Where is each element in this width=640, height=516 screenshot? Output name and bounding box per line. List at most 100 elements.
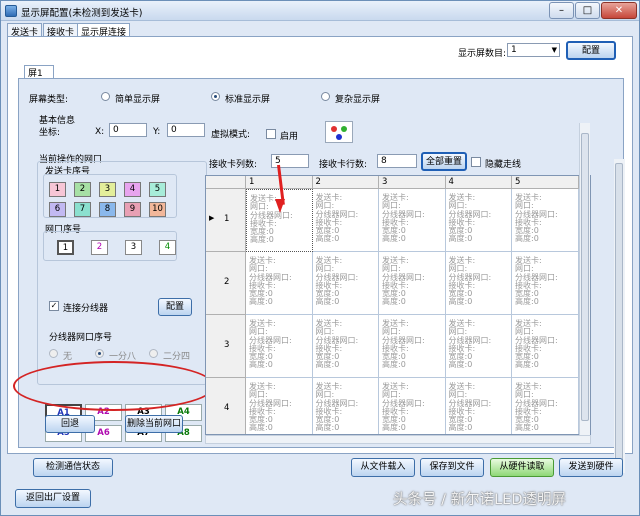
app-icon: [5, 5, 17, 17]
complex-screen-label: 复杂显示屏: [335, 95, 381, 105]
splitter-none-label: 无: [63, 352, 73, 362]
grid-column-header: 5: [512, 176, 579, 189]
splitter-config-button[interactable]: 配置: [158, 298, 192, 316]
receiver-cell[interactable]: 发送卡: 网口: 分线器网口: 接收卡: 宽度:0 高度:0: [379, 189, 446, 252]
receiver-cell[interactable]: 发送卡: 网口: 分线器网口: 接收卡: 宽度:0 高度:0: [512, 252, 579, 315]
radio-standard-screen[interactable]: [211, 92, 220, 101]
receiver-cell[interactable]: 发送卡: 网口: 分线器网口: 接收卡: 宽度:0 高度:0: [313, 378, 379, 434]
sender-card-2-button[interactable]: 2: [74, 182, 91, 197]
cell-info-line: 高度:0: [448, 423, 473, 433]
screen-count-select[interactable]: 1 ▼: [507, 43, 560, 57]
cols-label: 接收卡列数:: [209, 160, 258, 170]
detect-comm-button[interactable]: 检测通信状态: [33, 458, 113, 477]
maximize-button[interactable]: □: [575, 2, 600, 19]
port-1-button[interactable]: 1: [57, 240, 74, 255]
receiver-cell[interactable]: 发送卡: 网口: 分线器网口: 接收卡: 宽度:0 高度:0: [445, 252, 512, 315]
grid-horizontal-scrollbar[interactable]: [205, 435, 591, 444]
radio-complex-screen[interactable]: [321, 92, 330, 101]
standard-screen-label: 标准显示屏: [225, 95, 271, 105]
pane-scroll-thumb[interactable]: [615, 163, 623, 463]
sender-card-9-button[interactable]: 9: [124, 202, 141, 217]
delete-port-button[interactable]: 删除当前网口: [125, 415, 183, 433]
y-input[interactable]: 0: [167, 123, 205, 137]
cell-info-line: 高度:0: [315, 423, 340, 433]
sender-card-4-button[interactable]: 4: [124, 182, 141, 197]
receiver-cell[interactable]: 发送卡: 网口: 分线器网口: 接收卡: 宽度:0 高度:0: [379, 315, 446, 378]
receiver-grid: 1 2 3 4 5 ▶ 1 发送卡: 网口: 分线器网口: 接收卡: 宽度:0 高度:0 发送卡: 网口: 分…: [205, 175, 591, 435]
receiver-cell[interactable]: 发送卡: 网口: 分线器网口: 接收卡: 宽度:0 高度:0: [445, 315, 512, 378]
send-to-hardware-button[interactable]: 发送到硬件: [559, 458, 623, 477]
tab-sender-card[interactable]: 发送卡: [7, 23, 43, 38]
x-input[interactable]: 0: [109, 123, 147, 137]
sender-card-7-button[interactable]: 7: [74, 202, 91, 217]
receiver-cell[interactable]: 发送卡: 网口: 分线器网口: 接收卡: 宽度:0 高度:0: [312, 252, 379, 315]
receiver-cell[interactable]: 发送卡: 网口: 分线器网口: 接收卡: 宽度:0 高度:0: [246, 315, 313, 378]
connect-splitter-checkbox[interactable]: ✓: [49, 301, 59, 311]
grid-column-header: 4: [445, 176, 512, 189]
undo-button[interactable]: 回退: [45, 415, 95, 433]
receiver-cell[interactable]: 发送卡: 网口: 分线器网口: 接收卡: 宽度:0 高度:0: [512, 315, 579, 378]
blue-dot-icon: [336, 134, 342, 140]
factory-reset-button[interactable]: 返回出厂设置: [15, 489, 91, 508]
window-title: 显示屏配置(未检测到发送卡): [21, 8, 143, 19]
virtual-mode-checkbox[interactable]: [266, 129, 276, 139]
cell-info-line: 高度:0: [250, 235, 274, 245]
receiver-cell[interactable]: 发送卡: 网口: 分线器网口: 接收卡: 宽度:0 高度:0: [512, 189, 579, 252]
sender-card-5-button[interactable]: 5: [149, 182, 166, 197]
load-from-file-button[interactable]: 从文件载入: [351, 458, 415, 477]
grid-row-header[interactable]: 2: [206, 252, 246, 315]
hide-trace-checkbox[interactable]: [471, 157, 481, 167]
receiver-cell[interactable]: 发送卡: 网口: 分线器网口: 接收卡: 宽度:0 高度:0: [379, 252, 446, 315]
tab-screen-1[interactable]: 屏1: [24, 65, 54, 79]
grid-scrollbar[interactable]: [579, 123, 590, 437]
enable-label: 启用: [280, 132, 299, 142]
cell-info-line: 高度:0: [448, 234, 473, 244]
hide-trace-label: 隐藏走线: [485, 160, 522, 170]
y-label: Y:: [153, 127, 161, 137]
receiver-cell[interactable]: 发送卡: 网口: 分线器网口: 接收卡: 宽度:0 高度:0: [312, 189, 379, 252]
cell-info-line: 高度:0: [515, 423, 539, 433]
grid-row-header[interactable]: 3: [206, 315, 246, 378]
radio-splitter-2to4[interactable]: [149, 349, 158, 358]
radio-splitter-none[interactable]: [49, 349, 58, 358]
cell-info-line: 高度:0: [249, 297, 273, 307]
x-label: X:: [95, 127, 105, 137]
cell-info-line: 高度:0: [382, 297, 406, 307]
virtual-pixel-icon[interactable]: [325, 121, 353, 143]
grid-corner: [206, 176, 246, 189]
screen-config-button[interactable]: 配置: [566, 41, 616, 60]
pane-scrollbar[interactable]: [614, 159, 625, 473]
rows-input[interactable]: 8: [377, 154, 417, 168]
port-2-button[interactable]: 2: [91, 240, 108, 255]
receiver-cell[interactable]: 发送卡: 网口: 分线器网口: 接收卡: 宽度:0 高度:0: [445, 189, 512, 252]
splitter-highlight-annotation: [13, 361, 215, 411]
reset-all-button[interactable]: 全部重置: [421, 152, 467, 171]
receiver-cell[interactable]: 发送卡: 网口: 分线器网口: 接收卡: 宽度:0 高度:0: [312, 315, 379, 378]
close-button[interactable]: ✕: [601, 2, 637, 19]
receiver-cell[interactable]: 发送卡: 网口: 分线器网口: 接收卡: 宽度:0 高度:0: [512, 378, 579, 434]
receiver-cell[interactable]: 发送卡: 网口: 分线器网口: 接收卡: 宽度:0 高度:0: [379, 378, 446, 434]
sender-card-6-button[interactable]: 6: [49, 202, 66, 217]
tab-receiver-card[interactable]: 接收卡: [43, 23, 79, 38]
receiver-cell[interactable]: 发送卡: 网口: 分线器网口: 接收卡: 宽度:0 高度:0: [446, 378, 512, 434]
sender-card-8-button[interactable]: 8: [99, 202, 116, 217]
sender-card-3-button[interactable]: 3: [99, 182, 116, 197]
cell-info-line: 高度:0: [315, 297, 340, 307]
radio-simple-screen[interactable]: [101, 92, 110, 101]
port-4-button[interactable]: 4: [159, 240, 176, 255]
receiver-cell[interactable]: 发送卡: 网口: 分线器网口: 接收卡: 宽度:0 高度:0: [246, 252, 313, 315]
grid-row-header[interactable]: 4: [206, 378, 246, 434]
cell-info-line: 高度:0: [249, 423, 273, 433]
save-to-file-button[interactable]: 保存到文件: [420, 458, 484, 477]
sender-card-1-button[interactable]: 1: [49, 182, 66, 197]
sender-card-10-button[interactable]: 10: [149, 202, 166, 217]
radio-splitter-1to8[interactable]: [95, 349, 104, 358]
grid-column-header: 2: [312, 176, 379, 189]
receiver-cell[interactable]: 发送卡: 网口: 分线器网口: 接收卡: 宽度:0 高度:0: [246, 378, 313, 434]
read-from-hardware-button[interactable]: 从硬件读取: [490, 458, 554, 477]
minimize-button[interactable]: –: [549, 2, 574, 19]
grid-row-header[interactable]: ▶ 1: [206, 189, 246, 252]
port-3-button[interactable]: 3: [125, 240, 142, 255]
splitter-port-seq-label: 分线器网口序号: [49, 333, 113, 343]
grid-scroll-thumb[interactable]: [581, 133, 589, 421]
